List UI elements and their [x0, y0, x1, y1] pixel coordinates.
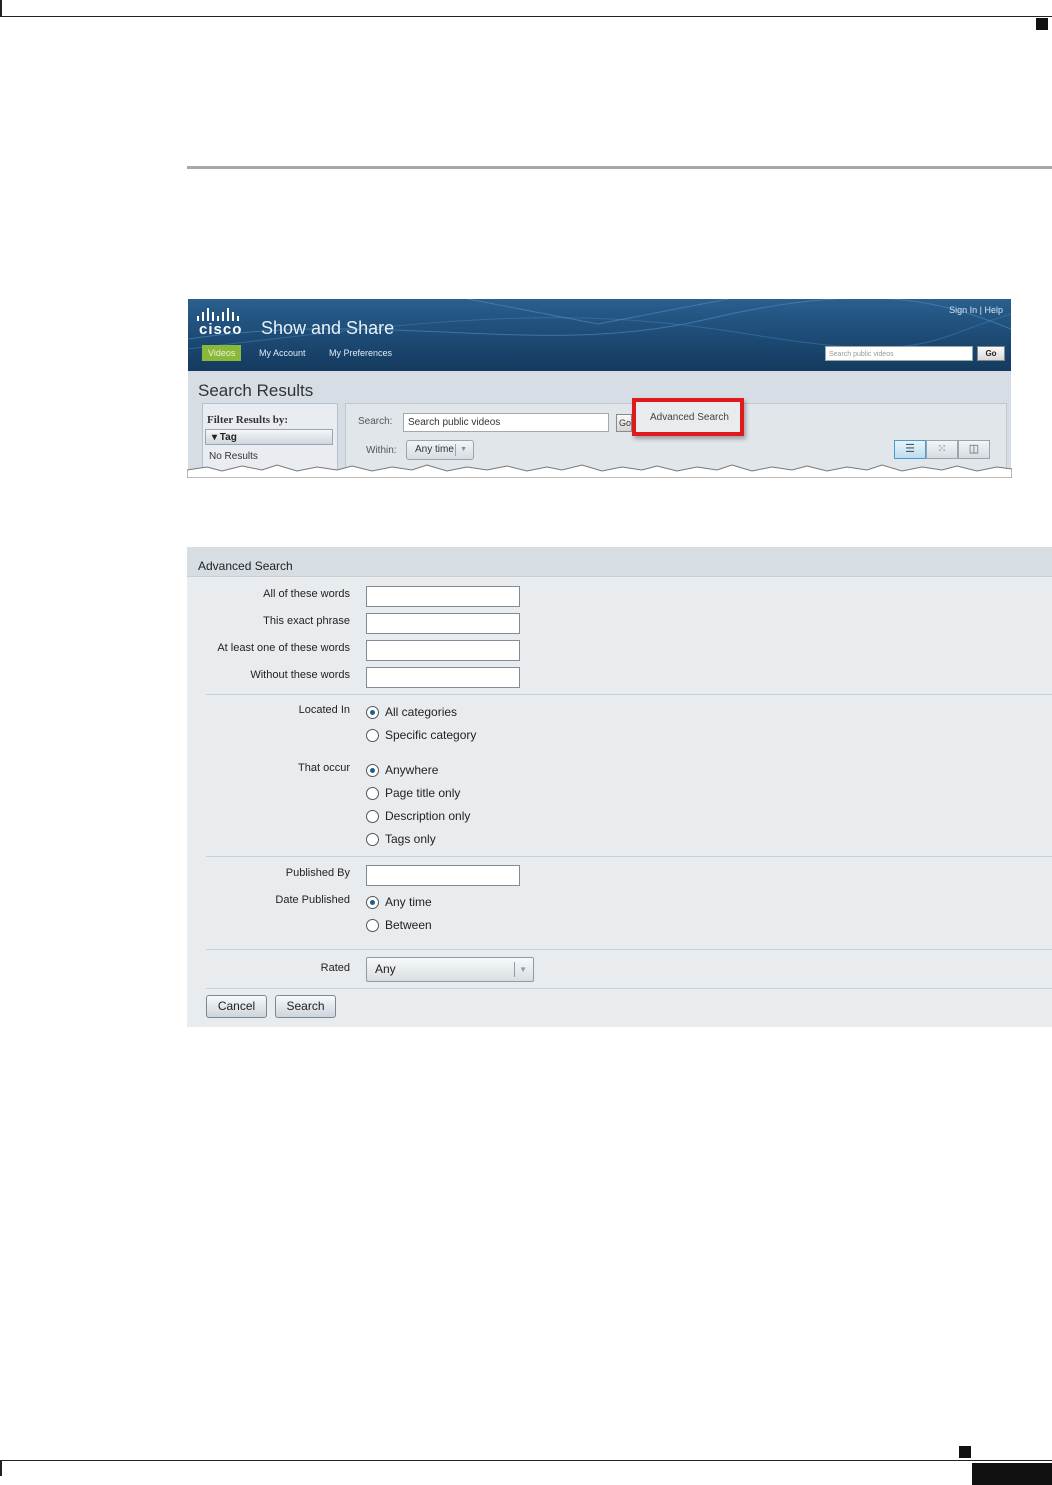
advanced-search-panel: Advanced Search All of these words This …: [187, 547, 1052, 1027]
select-divider: [514, 962, 515, 977]
advanced-search-link[interactable]: Advanced Search: [650, 412, 729, 423]
header-search-input[interactable]: Search public videos: [825, 346, 973, 361]
anywhere-label: Anywhere: [385, 763, 439, 777]
rated-select[interactable]: Any ▼: [366, 957, 534, 982]
without-words-label: Without these words: [250, 669, 350, 681]
filter-tag-toggle[interactable]: ▾ Tag: [205, 429, 333, 445]
detail-view-icon[interactable]: ◫: [958, 440, 990, 459]
grid-view-icon[interactable]: ⁙: [926, 440, 958, 459]
all-words-input[interactable]: [366, 586, 520, 607]
header-rule: [0, 16, 1052, 17]
section-divider: [187, 166, 1052, 169]
page-corner-mark: [0, 0, 2, 16]
date-published-label: Date Published: [275, 894, 350, 906]
app-title: Show and Share: [261, 318, 395, 338]
section-separator: [206, 988, 1052, 989]
specific-category-radio[interactable]: [366, 729, 379, 742]
rated-select-value: Any: [375, 962, 396, 976]
advanced-search-highlight: Advanced Search: [632, 398, 744, 436]
any-time-label: Any time: [385, 895, 432, 909]
section-separator: [206, 694, 1052, 695]
footer-marker: [959, 1446, 971, 1458]
tags-only-radio[interactable]: [366, 833, 379, 846]
search-input[interactable]: Search public videos: [403, 413, 609, 432]
page-number-block: [972, 1463, 1052, 1485]
page-corner-mark: [0, 1460, 2, 1476]
published-by-input[interactable]: [366, 865, 520, 886]
exact-phrase-input[interactable]: [366, 613, 520, 634]
select-divider: [455, 444, 456, 456]
exact-phrase-label: This exact phrase: [263, 615, 350, 627]
show-and-share-screenshot: cisco Show and Share Sign In | Help Vide…: [187, 298, 1012, 478]
all-categories-label: All categories: [385, 705, 458, 719]
chevron-down-icon: ▼: [519, 965, 527, 974]
specific-category-label: Specific category: [385, 728, 477, 742]
search-label: Search:: [358, 416, 393, 427]
within-label: Within:: [366, 445, 397, 456]
advanced-search-header: Advanced Search: [187, 547, 1052, 577]
chevron-down-icon: ▼: [460, 446, 467, 453]
rated-label: Rated: [320, 962, 350, 974]
page-title: Search Results: [198, 381, 314, 400]
signin-help-links: Sign In | Help: [949, 305, 1003, 315]
footer-rule: [0, 1460, 1052, 1461]
list-view-icon[interactable]: ☰: [894, 440, 926, 459]
section-separator: [206, 949, 1052, 950]
header-go-button[interactable]: Go: [977, 346, 1005, 361]
within-select[interactable]: Any time ▼: [406, 440, 474, 460]
that-occur-label: That occur: [298, 762, 350, 774]
without-words-input[interactable]: [366, 667, 520, 688]
search-go-button[interactable]: Go: [616, 414, 632, 432]
section-separator: [206, 856, 1052, 857]
cisco-logo-icon: [197, 308, 239, 321]
cancel-button[interactable]: Cancel: [206, 995, 267, 1018]
tags-only-label: Tags only: [385, 832, 436, 846]
view-toggle-group: ☰ ⁙ ◫: [894, 440, 994, 460]
anywhere-radio[interactable]: [366, 764, 379, 777]
between-radio[interactable]: [366, 919, 379, 932]
nav-tab-my-account[interactable]: My Account: [259, 345, 306, 361]
published-by-label: Published By: [285, 867, 350, 879]
search-button[interactable]: Search: [275, 995, 336, 1018]
description-only-label: Description only: [385, 809, 471, 823]
advanced-search-title: Advanced Search: [198, 559, 293, 573]
all-words-label: All of these words: [263, 588, 350, 600]
any-words-label: At least one of these words: [217, 642, 350, 654]
app-nav-bar: Videos My Account My Preferences Search …: [188, 341, 1011, 367]
nav-tab-videos[interactable]: Videos: [202, 345, 242, 361]
help-link[interactable]: Help: [984, 305, 1003, 315]
any-time-radio[interactable]: [366, 896, 379, 909]
filter-title: Filter Results by:: [207, 414, 289, 426]
torn-edge-graphic: [187, 464, 1012, 478]
signin-link[interactable]: Sign In: [949, 305, 977, 315]
between-label: Between: [385, 918, 432, 932]
located-in-label: Located In: [298, 704, 350, 716]
page-title-only-radio[interactable]: [366, 787, 379, 800]
all-categories-radio[interactable]: [366, 706, 379, 719]
header-marker: [1036, 18, 1048, 30]
nav-tab-my-preferences[interactable]: My Preferences: [329, 345, 392, 361]
description-only-radio[interactable]: [366, 810, 379, 823]
cisco-wordmark: cisco: [199, 321, 243, 338]
page-title-only-label: Page title only: [385, 786, 461, 800]
any-words-input[interactable]: [366, 640, 520, 661]
within-select-value: Any time: [415, 444, 454, 455]
